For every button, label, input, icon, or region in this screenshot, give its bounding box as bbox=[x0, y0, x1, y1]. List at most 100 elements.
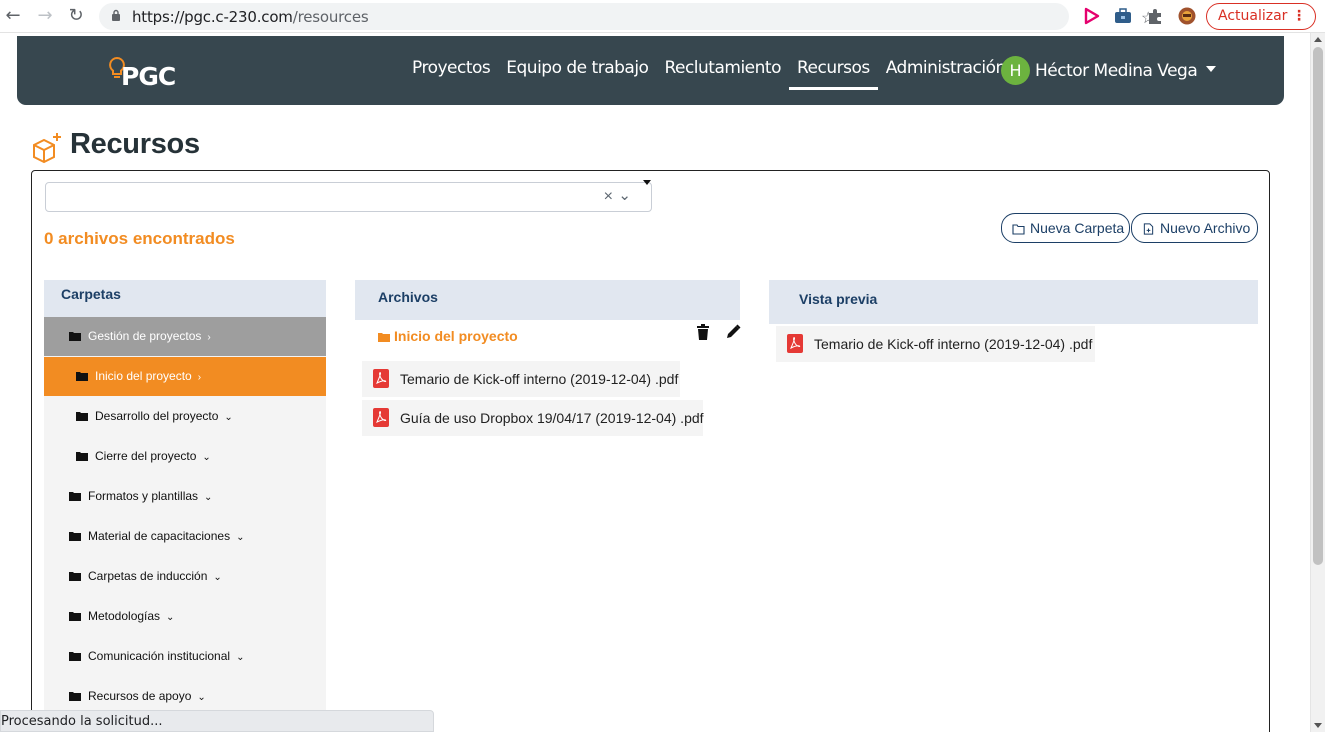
chevron-down-icon: ⌄ bbox=[204, 492, 213, 503]
back-icon[interactable]: ← bbox=[3, 6, 23, 26]
update-button[interactable]: Actualizar ⋮ bbox=[1206, 3, 1316, 30]
folder-label: Desarrollo del proyecto bbox=[95, 409, 219, 423]
files-found-count: 0 archivos encontrados bbox=[44, 229, 235, 248]
file-row[interactable]: Guía de uso Dropbox 19/04/17 (2019-12-04… bbox=[362, 400, 704, 436]
preview-heading: Vista previa bbox=[769, 280, 1258, 324]
pencil-icon[interactable] bbox=[725, 324, 741, 340]
folder-icon bbox=[69, 492, 81, 501]
folder-material-capacitaciones[interactable]: Material de capacitaciones ⌄ bbox=[44, 517, 326, 556]
corner-caret-icon bbox=[643, 180, 651, 185]
folders-heading: Carpetas bbox=[44, 280, 326, 322]
reload-icon[interactable]: ↻ bbox=[66, 6, 86, 26]
folder-gestion-proyectos[interactable]: Gestión de proyectos › bbox=[44, 317, 326, 356]
current-folder-label: Inicio del proyecto bbox=[394, 328, 518, 344]
nav-link-recursos[interactable]: Recursos bbox=[789, 58, 878, 90]
address-bar[interactable]: https://pgc.c-230.com/resources ☆ bbox=[99, 3, 1155, 30]
nav-link-equipo[interactable]: Equipo de trabajo bbox=[506, 58, 649, 88]
pdf-icon bbox=[373, 408, 389, 427]
folder-comunicacion-institucional[interactable]: Comunicación institucional ⌄ bbox=[44, 637, 326, 676]
folder-tree: Gestión de proyectos › Inicio del proyect… bbox=[44, 317, 326, 732]
file-row[interactable]: Temario de Kick-off interno (2019-12-04)… bbox=[362, 361, 680, 397]
forward-icon[interactable]: → bbox=[35, 6, 55, 26]
folder-icon bbox=[378, 333, 390, 342]
preview-file-name: Temario de Kick-off interno (2019-12-04)… bbox=[814, 336, 1093, 352]
preview-file[interactable]: Temario de Kick-off interno (2019-12-04)… bbox=[776, 326, 1095, 362]
folder-outline-icon bbox=[1012, 224, 1025, 235]
file-name: Temario de Kick-off interno (2019-12-04)… bbox=[400, 371, 679, 387]
profile-avatar-icon[interactable] bbox=[1178, 7, 1196, 25]
files-heading: Archivos bbox=[355, 280, 740, 320]
page-title: Recursos bbox=[70, 128, 200, 160]
new-file-label: Nuevo Archivo bbox=[1160, 220, 1251, 236]
chevron-down-icon: ⌄ bbox=[202, 452, 211, 463]
status-text: Procesando la solicitud... bbox=[1, 714, 163, 729]
folder-label: Comunicación institucional bbox=[88, 649, 231, 663]
logo-text: PGC bbox=[121, 62, 176, 91]
new-file-button[interactable]: Nuevo Archivo bbox=[1131, 213, 1258, 243]
extension-briefcase-icon[interactable] bbox=[1114, 7, 1132, 25]
chevron-right-icon: › bbox=[207, 332, 211, 343]
cube-plus-icon bbox=[33, 133, 61, 164]
folder-metodologias[interactable]: Metodologías ⌄ bbox=[44, 597, 326, 636]
url-text: https://pgc.c-230.com/resources bbox=[132, 8, 369, 26]
chevron-down-icon: ⌄ bbox=[224, 412, 233, 423]
folder-label: Inicio del proyecto bbox=[95, 369, 192, 383]
folder-label: Material de capacitaciones bbox=[88, 529, 231, 543]
status-bar: Procesando la solicitud... bbox=[0, 710, 434, 732]
new-folder-label: Nueva Carpeta bbox=[1030, 220, 1125, 236]
folder-icon bbox=[69, 692, 81, 701]
kebab-menu-icon[interactable]: ⋮ bbox=[1292, 4, 1306, 29]
folder-desarrollo-proyecto[interactable]: Desarrollo del proyecto ⌄ bbox=[44, 397, 326, 436]
folder-icon bbox=[69, 612, 81, 621]
app-navbar: PGC Proyectos Equipo de trabajo Reclutam… bbox=[17, 36, 1284, 105]
folder-icon bbox=[69, 652, 81, 661]
caret-down-icon bbox=[1206, 66, 1217, 72]
scroll-up-arrow-icon[interactable] bbox=[1314, 37, 1322, 42]
pdf-icon bbox=[787, 334, 803, 353]
url-host: https://pgc.c-230.com bbox=[132, 8, 293, 26]
folder-icon bbox=[76, 412, 88, 421]
clear-icon[interactable]: × bbox=[604, 188, 613, 206]
folder-formatos-plantillas[interactable]: Formatos y plantillas ⌄ bbox=[44, 477, 326, 516]
pdf-icon bbox=[373, 369, 389, 388]
search-select[interactable]: × ⌄ bbox=[45, 180, 652, 212]
folder-cierre-proyecto[interactable]: Cierre del proyecto ⌄ bbox=[44, 437, 326, 476]
avatar: H bbox=[1001, 56, 1030, 85]
scroll-down-arrow-icon[interactable] bbox=[1314, 723, 1322, 728]
user-name: Héctor Medina Vega bbox=[1035, 60, 1198, 81]
folder-label: Recursos de apoyo bbox=[88, 689, 192, 703]
preview-heading-label: Vista previa bbox=[799, 291, 878, 307]
file-plus-icon bbox=[1143, 223, 1154, 235]
chevron-down-icon: ⌄ bbox=[236, 532, 245, 543]
trash-icon[interactable] bbox=[696, 324, 710, 340]
folder-icon bbox=[76, 452, 88, 461]
file-name: Guía de uso Dropbox 19/04/17 (2019-12-04… bbox=[400, 410, 704, 426]
chevron-down-icon[interactable]: ⌄ bbox=[618, 186, 631, 204]
extension-play-icon[interactable] bbox=[1083, 7, 1101, 25]
chevron-down-icon: ⌄ bbox=[236, 652, 245, 663]
main-nav: Proyectos Equipo de trabajo Reclutamient… bbox=[412, 58, 1022, 90]
chevron-down-icon: ⌄ bbox=[213, 572, 222, 583]
folder-inicio-proyecto[interactable]: Inicio del proyecto › bbox=[44, 357, 326, 396]
new-folder-button[interactable]: Nueva Carpeta bbox=[1001, 213, 1130, 243]
page-scrollbar[interactable] bbox=[1310, 33, 1325, 732]
resources-panel: × ⌄ 0 archivos encontrados Nueva Carpeta… bbox=[31, 170, 1270, 732]
folder-carpetas-induccion[interactable]: Carpetas de inducción ⌄ bbox=[44, 557, 326, 596]
chevron-right-icon: › bbox=[197, 372, 202, 383]
folder-icon bbox=[69, 572, 81, 581]
user-menu[interactable]: H Héctor Medina Vega bbox=[1001, 56, 1217, 85]
extensions-puzzle-icon[interactable] bbox=[1146, 7, 1164, 25]
lock-icon bbox=[112, 9, 120, 21]
files-heading-label: Archivos bbox=[378, 289, 438, 305]
nav-link-proyectos[interactable]: Proyectos bbox=[412, 58, 491, 88]
folder-icon bbox=[76, 372, 88, 381]
folder-label: Gestión de proyectos bbox=[88, 329, 202, 343]
update-label: Actualizar bbox=[1218, 8, 1288, 24]
browser-toolbar: ← → ↻ https://pgc.c-230.com/resources ☆ … bbox=[0, 0, 1325, 33]
scrollbar-thumb[interactable] bbox=[1313, 47, 1323, 565]
nav-link-administracion[interactable]: Administración bbox=[886, 58, 1007, 88]
nav-link-reclutamiento[interactable]: Reclutamiento bbox=[664, 58, 781, 88]
url-path: /resources bbox=[292, 8, 369, 26]
folders-heading-label: Carpetas bbox=[61, 286, 121, 302]
folder-label: Formatos y plantillas bbox=[88, 489, 199, 503]
